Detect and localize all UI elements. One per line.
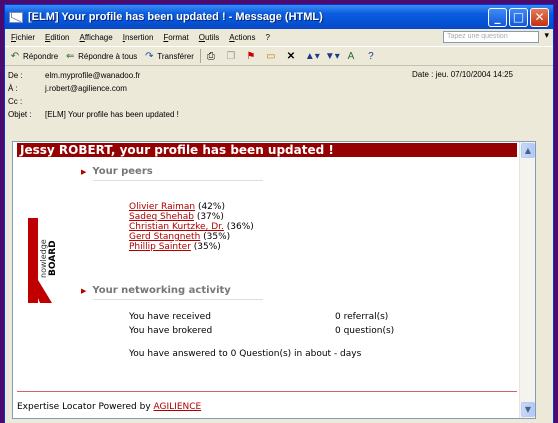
minimize-button[interactable]: _ [488,7,507,27]
cc-label: Cc : [8,97,23,106]
question-input[interactable]: Tapez une question [443,31,539,43]
message-body[interactable]: Jessy ROBERT, your profile has been upda… [12,141,536,419]
print-icon: ⎙ [206,50,215,62]
scroll-up-button[interactable]: ▲ [521,143,535,158]
menu-actions[interactable]: Actions [229,33,255,42]
delete-button[interactable]: ✕ [285,51,299,62]
reply-label: Répondre [23,51,59,61]
knowledge-board-logo: nowledge BOARD [28,218,56,303]
to-row: À : j.robert@agilience.com [5,82,553,95]
flag-button[interactable]: ⚑ [245,51,259,62]
peers-divider [93,180,263,181]
next-button[interactable]: ▼▾ [324,50,340,62]
peers-list: Olivier Raiman (42%) Sadeq Shehab (37%) … [129,202,254,252]
subject-label: Objet : [8,110,32,119]
menu-format[interactable]: Format [163,33,188,42]
copy-button[interactable]: ❐ [225,51,239,62]
peer-link[interactable]: Olivier Raiman [129,202,195,212]
move-button[interactable]: ▭ [265,51,279,62]
brokered-label: You have brokered [129,326,213,336]
answered-text: You have answered to 0 Question(s) in ab… [129,349,362,359]
message-headers: De : elm.myprofile@wanadoo.fr À : j.robe… [5,66,553,128]
cc-row: Cc : [5,95,553,108]
peer-link[interactable]: Gerd Stangneth [129,232,200,242]
copy-icon: ❐ [226,50,236,62]
maximize-button[interactable]: □ [509,7,528,27]
arrow-up-icon: ▲▾ [304,50,320,62]
date-value: Date : jeu. 07/10/2004 14:25 [412,70,513,79]
subject-value: [ELM] Your profile has been updated ! [45,110,179,119]
chevron-down-icon[interactable]: ▾ [544,30,549,41]
address-book-icon: A [347,50,355,62]
menu-fichier[interactable]: Fichier [11,33,35,42]
delete-icon: ✕ [286,50,296,62]
activity-title-text: Your networking activity [92,285,231,296]
peer-score: (35%) [190,242,221,252]
list-item: Sadeq Shehab (37%) [129,212,254,222]
print-button[interactable]: ⎙ [205,51,219,62]
received-label: You have received [129,312,211,322]
activity-divider [93,299,263,300]
logo-text-bottom: BOARD [48,240,56,276]
title-bar[interactable]: [ELM] Your profile has been updated ! - … [5,5,553,29]
menu-insertion[interactable]: Insertion [123,33,154,42]
triangle-icon: ▶ [81,286,87,295]
reply-button[interactable]: ↶ Répondre [9,51,58,62]
brokered-value: 0 question(s) [335,326,395,336]
help-icon: ? [368,50,374,62]
scroll-down-button[interactable]: ▼ [521,402,535,417]
reply-all-label: Répondre à tous [78,51,138,61]
peers-section-title: ▶ Your peers [81,166,153,177]
peer-link[interactable]: Sadeq Shehab [129,212,194,222]
forward-button[interactable]: ↷ Transférer [143,51,194,62]
menu-outils[interactable]: Outils [199,33,219,42]
window-title: [ELM] Your profile has been updated ! - … [28,11,323,23]
list-item: Olivier Raiman (42%) [129,202,254,212]
arrow-down-icon: ▼▾ [324,50,340,62]
folder-icon: ▭ [266,50,276,62]
received-value: 0 referral(s) [335,312,389,322]
menu-edition[interactable]: Edition [45,33,69,42]
from-value[interactable]: elm.myprofile@wanadoo.fr [45,71,140,80]
address-book-button[interactable]: A [345,51,359,62]
toolbar: ↶ Répondre ⇐ Répondre à tous ↷ Transfére… [5,46,553,66]
from-label: De : [8,71,23,80]
subject-row: Objet : [ELM] Your profile has been upda… [5,108,553,121]
peers-title-text: Your peers [92,166,153,177]
reply-all-icon: ⇐ [65,50,75,62]
list-item: Christian Kurtzke, Dr. (36%) [129,222,254,232]
help-button[interactable]: ? [365,51,379,62]
peer-link[interactable]: Christian Kurtzke, Dr. [129,222,224,232]
to-label: À : [8,84,18,93]
forward-label: Transférer [157,51,194,61]
toolbar-divider [199,49,201,63]
logo-text-top: nowledge [39,239,48,278]
list-item: Gerd Stangneth (35%) [129,232,254,242]
envelope-icon [9,11,23,23]
menu-help[interactable]: ? [265,33,269,42]
flag-icon: ⚑ [246,50,256,62]
menu-affichage[interactable]: Affichage [79,33,112,42]
forward-icon: ↷ [145,50,154,62]
footer: Expertise Locator Powered by AGILIENCE [17,402,201,412]
message-banner: Jessy ROBERT, your profile has been upda… [17,143,517,157]
list-item: Phillip Sainter (35%) [129,242,254,252]
vertical-scrollbar[interactable]: ▲ ▼ [519,142,535,418]
footer-text: Expertise Locator Powered by [17,402,154,412]
reply-all-button[interactable]: ⇐ Répondre à tous [64,51,137,62]
peer-score: (36%) [223,222,254,232]
peer-link[interactable]: Phillip Sainter [129,242,191,252]
footer-divider [17,391,517,392]
peer-score: (37%) [193,212,224,222]
close-button[interactable]: ✕ [530,7,549,27]
peer-score: (35%) [200,232,231,242]
agilience-link[interactable]: AGILIENCE [154,402,202,412]
menu-bar: Fichier Edition Affichage Insertion Form… [5,29,553,46]
reply-icon: ↶ [10,50,20,62]
triangle-icon: ▶ [81,167,87,176]
peer-score: (42%) [195,202,225,212]
previous-button[interactable]: ▲▾ [304,50,320,62]
activity-section-title: ▶ Your networking activity [81,285,231,296]
to-value[interactable]: j.robert@agilience.com [45,84,127,93]
